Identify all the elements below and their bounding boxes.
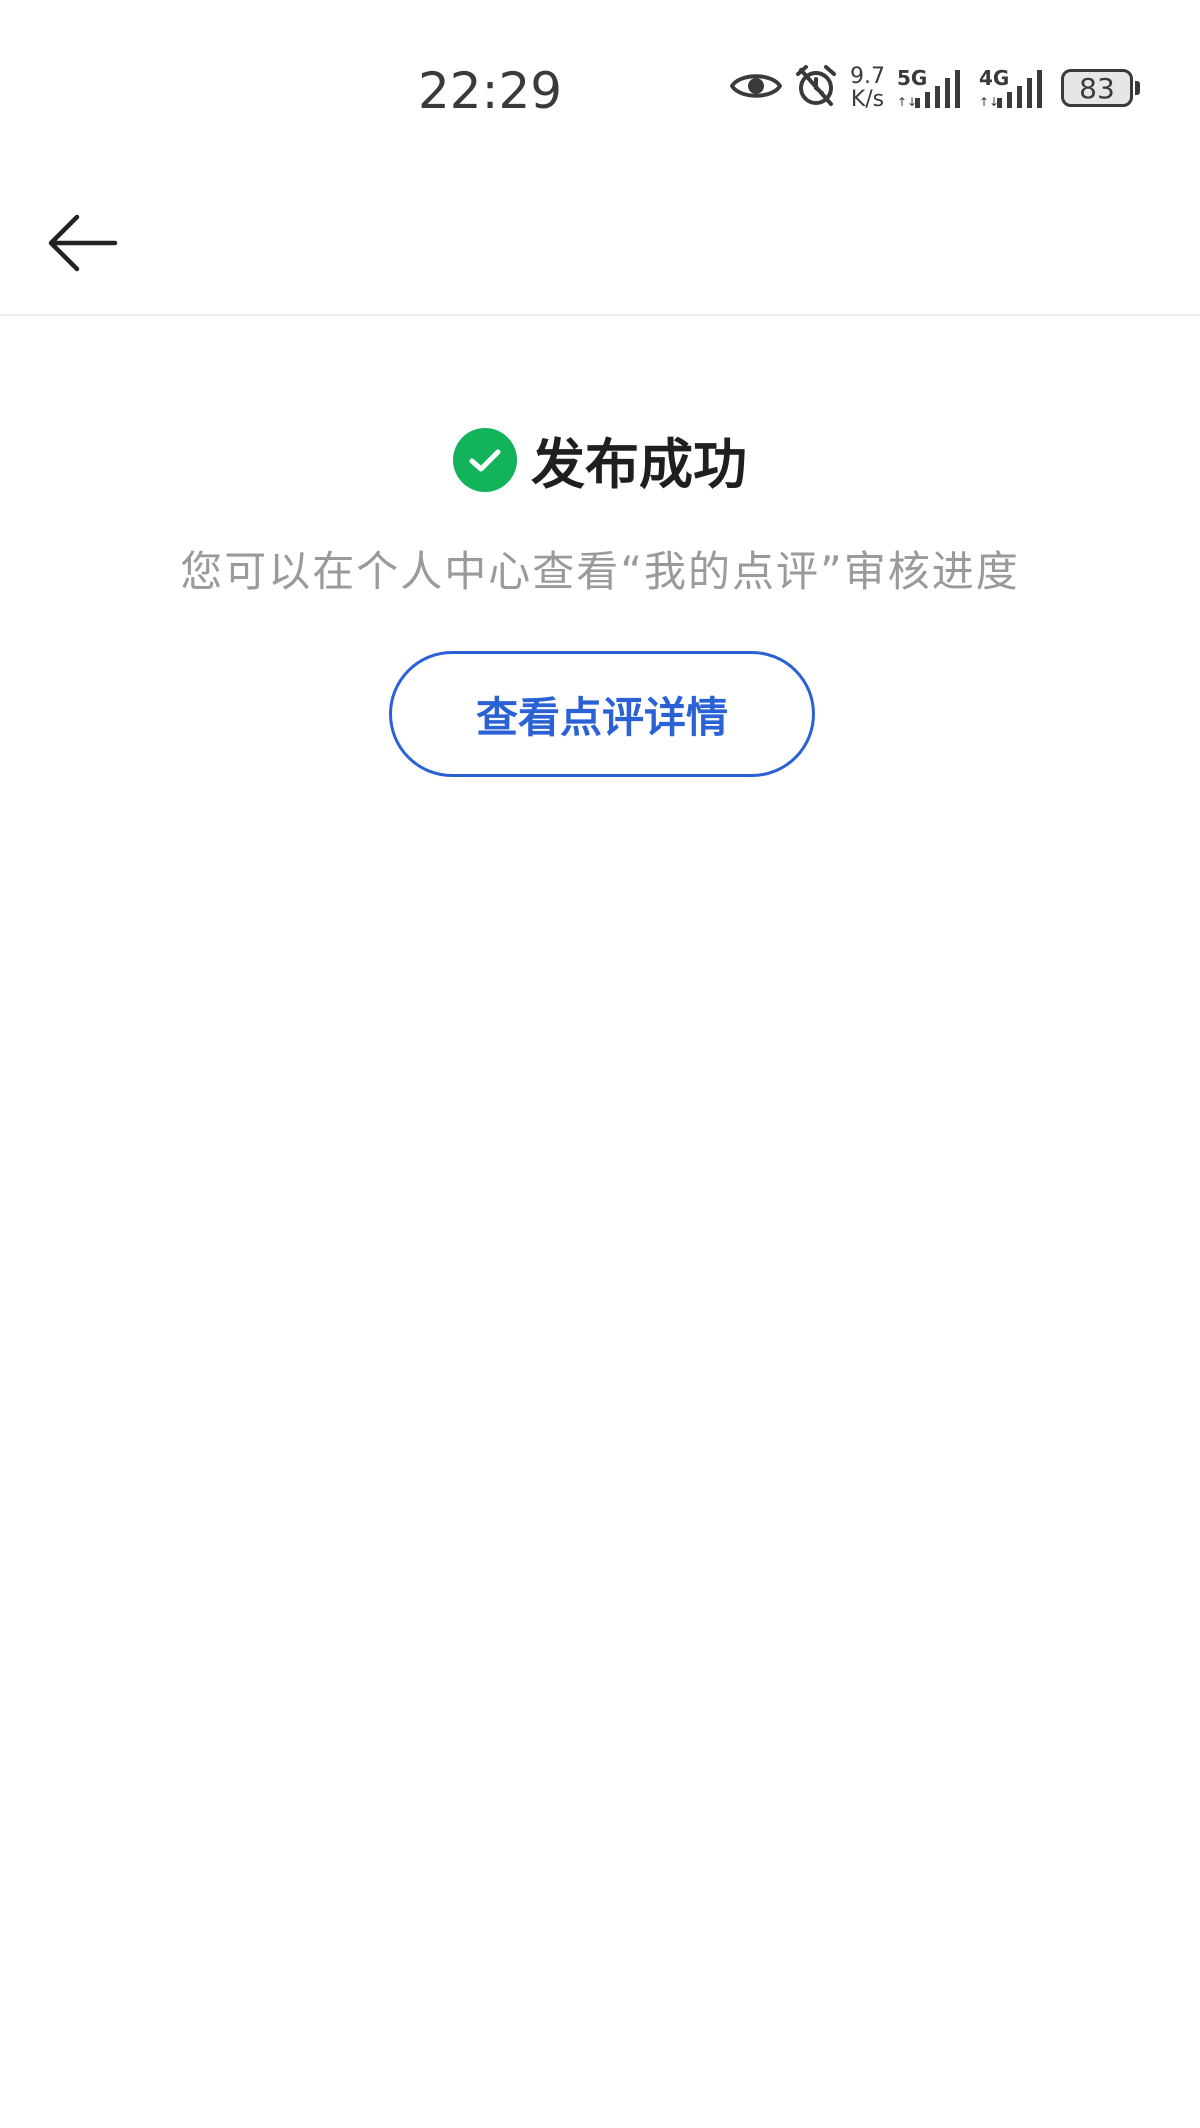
status-icons: 9.7 K/s 5G ↑↓ 4G ↑↓ 83 [729,64,1152,112]
svg-text:↑↓: ↑↓ [897,95,917,109]
success-title: 发布成功 [531,433,747,496]
network-speed: 9.7 K/s [850,65,885,111]
success-header: 发布成功 [0,420,1200,499]
status-time: 22:29 [418,62,563,120]
battery-tip [1135,81,1140,95]
signal-4g-icon: 4G ↑↓ [979,66,1049,110]
alarm-icon [794,64,838,112]
network-speed-value: 9.7 [850,64,885,89]
svg-text:↑↓: ↑↓ [979,95,999,109]
arrow-left-icon [47,213,119,277]
eye-icon [729,68,783,108]
network-speed-unit: K/s [850,87,885,112]
check-circle-icon [453,427,517,492]
battery-level: 83 [1079,71,1115,105]
back-button[interactable] [40,202,126,288]
signal-5g-icon: 5G ↑↓ [897,66,967,110]
view-review-details-button[interactable]: 查看点评详情 [389,651,815,777]
status-bar: 22:29 9.7 K/s 5G ↑↓ 4G ↑↓ 83 [0,0,1200,180]
nav-bar [0,180,1200,316]
review-progress-hint: 您可以在个人中心查看“我的点评”审核进度 [180,547,1020,596]
battery-icon: 83 [1061,69,1133,107]
